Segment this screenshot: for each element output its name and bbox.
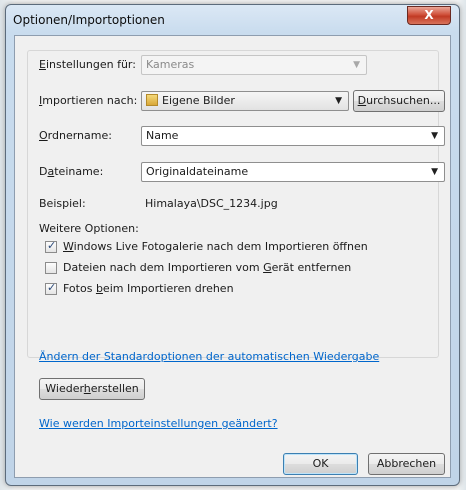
file-name-value: Originaldateiname [146,165,249,178]
ok-button[interactable]: OK [283,453,358,475]
import-to-value: Eigene Bilder [162,94,235,107]
check-icon: ✓ [47,239,57,252]
chevron-down-icon: ▼ [335,96,342,106]
more-options-heading: Weitere Optionen: [39,222,139,235]
import-to-dropdown[interactable]: Eigene Bilder ▼ [141,91,349,111]
open-gallery-label[interactable]: Windows Live Fotogalerie nach dem Import… [63,240,368,253]
import-to-label: Importieren nach: [39,94,138,107]
folder-icon [146,94,158,106]
dialog-content: Einstellungen für: Kameras ▼ Importieren… [14,35,451,478]
window-title: Optionen/Importoptionen [13,13,165,27]
close-button[interactable]: X [407,6,451,25]
open-gallery-checkbox[interactable]: ✓ [45,239,57,253]
chevron-down-icon: ▼ [353,60,360,70]
import-settings-help-link[interactable]: Wie werden Importeinstellungen geändert? [39,417,278,430]
chevron-down-icon: ▼ [431,131,438,141]
check-icon: ✓ [47,281,57,294]
remove-from-device-label[interactable]: Dateien nach dem Importieren vom Gerät e… [63,261,351,274]
close-icon: X [424,8,434,22]
settings-for-dropdown[interactable]: Kameras ▼ [141,55,367,75]
file-name-label: Dateiname: [39,165,104,178]
settings-for-label: Einstellungen für: [39,58,136,71]
title-bar[interactable]: Optionen/Importoptionen X [6,5,459,35]
example-value: Himalaya\DSC_1234.jpg [145,197,278,210]
rotate-photos-checkbox[interactable]: ✓ [45,281,57,295]
cancel-button[interactable]: Abbrechen [368,453,445,475]
restore-defaults-button[interactable]: Wiederherstellen [39,378,145,400]
rotate-photos-label[interactable]: Fotos beim Importieren drehen [63,282,234,295]
folder-name-label: Ordnername: [39,129,112,142]
example-label: Beispiel: [39,197,86,210]
browse-button[interactable]: Durchsuchen... [353,90,445,112]
import-options-dialog: Optionen/Importoptionen X Einstellungen … [5,4,460,486]
folder-name-dropdown[interactable]: Name ▼ [141,126,445,146]
settings-for-value: Kameras [146,58,195,71]
file-name-dropdown[interactable]: Originaldateiname ▼ [141,162,445,182]
chevron-down-icon: ▼ [431,167,438,177]
autoplay-defaults-link[interactable]: Ändern der Standardoptionen der automati… [39,350,379,363]
remove-from-device-checkbox[interactable] [45,262,57,274]
folder-name-value: Name [146,129,179,142]
